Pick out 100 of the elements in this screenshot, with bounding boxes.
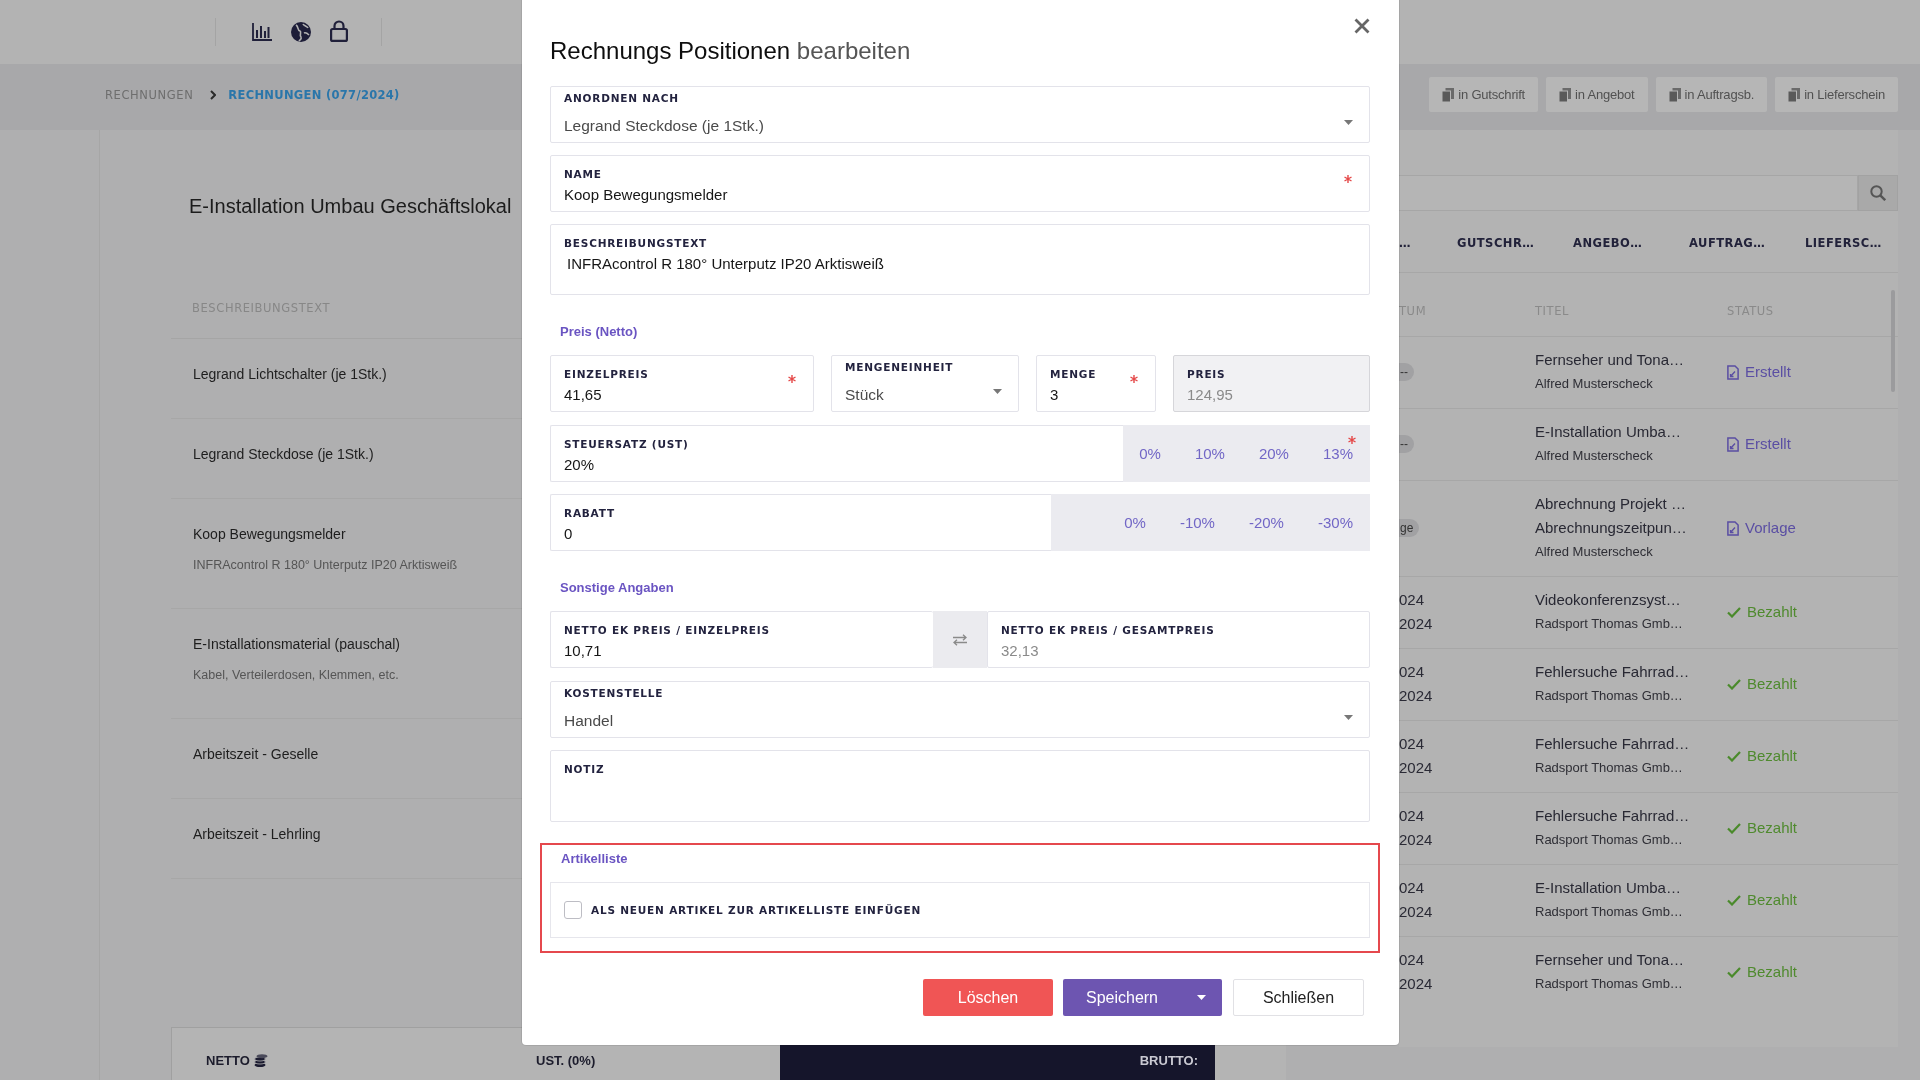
dropdown-field[interactable]: MENGENEINHEIT Stück <box>831 355 1019 412</box>
invoice-title[interactable]: Fehlersuche Fahrrad… <box>1535 660 1690 684</box>
copy-icon <box>1442 87 1455 102</box>
invoice-title[interactable]: Abrechnungszeitpun… <box>1535 516 1687 540</box>
bar-chart-icon[interactable] <box>252 23 272 41</box>
preset-button[interactable]: 13% <box>1313 443 1362 464</box>
convert-button[interactable]: in Auftragsb. <box>1655 77 1768 112</box>
text-field[interactable]: EINZELPREIS 41,65 <box>550 355 814 412</box>
tab[interactable]: … <box>1399 225 1457 272</box>
date-text: 2024 <box>1399 758 1433 778</box>
preset-button[interactable]: 20% <box>1249 443 1298 464</box>
convert-button[interactable]: in Angebot <box>1546 77 1648 112</box>
date-badge: -- <box>1399 363 1414 381</box>
status-label: Erstellt <box>1745 362 1791 382</box>
discount-field[interactable]: RABATT 0 <box>550 494 1051 551</box>
dialog-title: Rechnungs Positionen bearbeiten <box>550 36 911 66</box>
tab[interactable]: GUTSCHR… <box>1457 225 1573 272</box>
customer-name: Alfred Musterscheck <box>1535 447 1653 465</box>
netto-label: NETTO <box>206 1052 250 1070</box>
invoice-title[interactable]: Fehlersuche Fahrrad… <box>1535 732 1690 756</box>
action-button[interactable]: Schließen <box>1233 979 1364 1016</box>
action-button[interactable]: Speichern <box>1063 979 1181 1016</box>
lock-icon[interactable] <box>330 20 348 42</box>
item-name[interactable]: E-Installationsmaterial (pauschal) <box>193 634 400 654</box>
customer-name: Radsport Thomas Gmb… <box>1535 975 1683 993</box>
document-icon <box>1727 436 1739 452</box>
note-field[interactable]: NOTIZ <box>550 750 1370 822</box>
search-field[interactable] <box>1399 175 1858 211</box>
check-icon <box>1727 750 1741 762</box>
section-heading: Preis (Netto) <box>559 323 638 341</box>
item-description: INFRAcontrol R 180° Unterputz IP20 Arktisweiß <box>193 557 458 574</box>
preset-button[interactable]: -10% <box>1170 512 1224 533</box>
date-text: 024 <box>1399 878 1425 898</box>
date-text: 024 <box>1399 734 1425 754</box>
status-label: Erstellt <box>1745 434 1791 454</box>
invoice-title[interactable]: Fernseher und Tona… <box>1535 348 1684 372</box>
section-heading: Artikelliste <box>560 850 628 868</box>
section-heading: Sonstige Angaben <box>559 579 674 597</box>
preset-button[interactable]: 0% <box>1115 512 1155 533</box>
copy-icon <box>1559 87 1572 102</box>
description-field[interactable]: BESCHREIBUNGSTEXT INFRAcontrol R 180° Unterputz IP20 Arktisweiß <box>550 224 1370 295</box>
purchase-price-field[interactable]: NETTO EK PREIS / GESAMTPREIS 32,13 <box>987 611 1370 668</box>
tab[interactable]: ANGEBO… <box>1573 225 1689 272</box>
text-field[interactable]: MENGE 3 <box>1036 355 1156 412</box>
status-label: Bezahlt <box>1747 890 1798 910</box>
item-name[interactable]: Legrand Steckdose (je 1Stk.) <box>193 444 374 464</box>
check-icon <box>1727 894 1741 906</box>
item-name[interactable]: Arbeitszeit - Geselle <box>193 744 319 764</box>
item-name[interactable]: Koop Bewegungsmelder <box>193 524 346 544</box>
checkbox-label[interactable]: ALS NEUEN ARTIKEL ZUR ARTIKELLISTE EINFÜGEN <box>591 904 921 916</box>
checkbox[interactable] <box>564 901 582 919</box>
customer-name: Radsport Thomas Gmb… <box>1535 903 1683 921</box>
invoice-title[interactable]: Abrechnung Projekt … <box>1535 492 1686 516</box>
date-text: 024 <box>1399 806 1425 826</box>
date-text: 024 <box>1399 590 1425 610</box>
search-button[interactable] <box>1858 175 1898 211</box>
item-name[interactable]: Arbeitszeit - Lehrling <box>193 824 321 844</box>
preset-button[interactable]: 0% <box>1130 443 1170 464</box>
invoice-title[interactable]: E-Installation Umba… <box>1535 420 1681 444</box>
date-text: 024 <box>1399 662 1425 682</box>
close-button[interactable] <box>1353 17 1371 35</box>
tax-rate-field[interactable]: STEUERSATZ (UST) 20% <box>550 425 1123 482</box>
convert-button[interactable]: in Lieferschein <box>1775 77 1898 112</box>
globe-icon[interactable] <box>291 22 311 42</box>
status-label: Bezahlt <box>1747 674 1798 694</box>
customer-name: Radsport Thomas Gmb… <box>1535 759 1683 777</box>
invoice-title[interactable]: E-Installation Umba… <box>1535 876 1681 900</box>
preset-button[interactable]: -30% <box>1308 512 1362 533</box>
name-field[interactable]: NAME Koop Bewegungsmelder <box>550 155 1370 212</box>
status-label: Vorlage <box>1745 518 1796 538</box>
gross-total-label: BRUTTO: <box>1139 1052 1198 1070</box>
invoice-title[interactable]: Fehlersuche Fahrrad… <box>1535 804 1690 828</box>
date-text: 2024 <box>1399 614 1433 634</box>
convert-button[interactable]: in Gutschrift <box>1429 77 1539 112</box>
customer-name: Radsport Thomas Gmb… <box>1535 687 1683 705</box>
date-badge: -- <box>1399 435 1414 453</box>
cost-center-dropdown[interactable]: KOSTENSTELLE Handel <box>550 681 1370 738</box>
caret-down-icon <box>1197 995 1206 1000</box>
close-icon <box>1354 18 1370 34</box>
check-icon <box>1727 966 1741 978</box>
tab[interactable]: AUFTRAG… <box>1689 225 1805 272</box>
document-title: E-Installation Umbau Geschäftslokal <box>189 194 512 218</box>
sort-order-dropdown[interactable]: ANORDNEN NACH Legrand Steckdose (je 1Stk.) <box>550 86 1370 143</box>
invoice-title[interactable]: Videokonferenzsyst… <box>1535 588 1681 612</box>
customer-name: Radsport Thomas Gmb… <box>1535 615 1683 633</box>
purchase-price-field[interactable]: NETTO EK PREIS / EINZELPREIS 10,71 <box>550 611 933 668</box>
item-name[interactable]: Legrand Lichtschalter (je 1Stk.) <box>193 364 387 384</box>
preset-button[interactable]: 10% <box>1185 443 1234 464</box>
date-text: 2024 <box>1399 830 1433 850</box>
date-text: 2024 <box>1399 902 1433 922</box>
check-icon <box>1727 678 1741 690</box>
tax-total-label: UST. (0%) <box>536 1052 596 1070</box>
caret-down-icon <box>1344 715 1353 720</box>
tab[interactable]: LIEFERSC… <box>1805 225 1920 272</box>
preset-button[interactable]: -20% <box>1239 512 1293 533</box>
invoice-title[interactable]: Fernseher und Tona… <box>1535 948 1684 972</box>
status-label: Bezahlt <box>1747 962 1798 982</box>
document-icon <box>1727 364 1739 380</box>
customer-name: Alfred Musterscheck <box>1535 375 1653 393</box>
customer-name: Radsport Thomas Gmb… <box>1535 831 1683 849</box>
